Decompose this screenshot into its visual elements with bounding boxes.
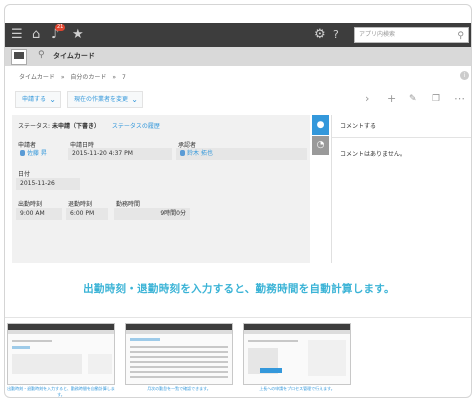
- work-time-field: 9時間0分: [114, 208, 190, 220]
- breadcrumb-record: 7: [121, 74, 126, 81]
- thumbnail-2[interactable]: [125, 323, 233, 385]
- copy-icon[interactable]: ❐: [432, 92, 440, 106]
- approver-value[interactable]: 鈴木 拓也: [187, 150, 213, 157]
- divider: [5, 317, 471, 318]
- status-value: 未申請（下書き）: [51, 123, 100, 130]
- chevron-down-icon: ⌄: [49, 95, 56, 104]
- history-clock-icon[interactable]: ◔: [312, 136, 329, 155]
- global-header: ☰ ⌂ ♪ 21 ★ ⚙ ? アプリ内検索 ⚲: [5, 23, 471, 47]
- home-icon[interactable]: ⌂: [32, 27, 40, 43]
- divider: [332, 137, 471, 138]
- breadcrumb: タイムカード » 自分のカード » 7: [19, 72, 130, 81]
- clock-out-label: 退勤時刻: [68, 201, 93, 208]
- status-label: ステータス:: [18, 123, 51, 130]
- comment-input[interactable]: コメントする: [340, 121, 376, 130]
- breadcrumb-sep: »: [60, 74, 65, 81]
- applicant-field: 佐藤 昇: [16, 148, 66, 160]
- clock-out-value: 6:00 PM: [70, 210, 95, 217]
- next-record-icon[interactable]: ›: [365, 92, 369, 106]
- side-panel-tabs: ● ◔: [312, 115, 329, 155]
- breadcrumb-app[interactable]: タイムカード: [19, 74, 55, 81]
- applicant-value[interactable]: 佐藤 昇: [27, 150, 47, 157]
- star-icon[interactable]: ★: [72, 27, 84, 43]
- notification-badge: 21: [55, 24, 66, 31]
- comment-panel: コメントする コメントはありません。: [331, 115, 471, 263]
- user-icon: [180, 150, 185, 156]
- status-history-link[interactable]: ステータスの履歴: [112, 123, 160, 130]
- approver-field: 鈴木 拓也: [176, 148, 307, 160]
- action-bar: 申請する ⌄ 現在の作業者を変更 ⌄ › + ✎ ❐ ⋯: [15, 91, 470, 111]
- help-circle-icon[interactable]: i: [460, 71, 469, 80]
- search-input[interactable]: アプリ内検索 ⚲: [354, 27, 469, 43]
- breadcrumb-view[interactable]: 自分のカード: [70, 74, 106, 81]
- date-label: 日付: [18, 171, 31, 178]
- comment-empty-text: コメントはありません。: [340, 151, 406, 158]
- user-icon: [20, 150, 25, 156]
- clock-out-field: 6:00 PM: [66, 208, 108, 220]
- apply-button[interactable]: 申請する ⌄: [15, 91, 61, 108]
- date-field: 2015-11-26: [16, 178, 80, 190]
- thumbnail-3[interactable]: [243, 323, 351, 385]
- menu-icon[interactable]: ☰: [11, 27, 23, 43]
- work-time-value: 9時間0分: [160, 210, 186, 217]
- gear-icon[interactable]: ⚙: [314, 27, 326, 43]
- apply-button-label: 申請する: [22, 96, 47, 103]
- applied-at-field: 2015-11-20 4:37 PM: [68, 148, 172, 160]
- clock-in-field: 9:00 AM: [16, 208, 62, 220]
- thumbnail-2-caption: 月次の勤怠を一覧で確認できます。: [147, 386, 211, 391]
- record-detail: ステータス: 未申請（下書き） ステータスの履歴 申請者 佐藤 昇 申請日時 2…: [12, 115, 310, 263]
- pin-icon[interactable]: ⚲: [38, 50, 45, 60]
- clock-in-label: 出勤時刻: [18, 201, 43, 208]
- app-header: ⚲ タイムカード: [5, 47, 471, 66]
- add-icon[interactable]: +: [387, 92, 396, 106]
- date-value: 2015-11-26: [20, 180, 55, 187]
- thumbnail-1-caption: 出勤時刻・退勤時刻を入力すると、勤務時間を自動計算します。: [7, 386, 115, 397]
- change-assignee-label: 現在の作業者を変更: [74, 96, 129, 103]
- search-icon[interactable]: ⚲: [457, 29, 464, 43]
- change-assignee-button[interactable]: 現在の作業者を変更 ⌄: [67, 91, 143, 108]
- search-placeholder: アプリ内検索: [359, 31, 396, 38]
- thumbnail-1[interactable]: [7, 323, 115, 385]
- chevron-down-icon: ⌄: [131, 95, 138, 104]
- app-icon: [11, 49, 27, 65]
- status-bar: ステータス: 未申請（下書き） ステータスの履歴: [18, 121, 160, 130]
- app-title: タイムカード: [53, 52, 95, 60]
- thumbnail-3-caption: 上長への申請をプロセス管理で行えます。: [259, 386, 335, 391]
- clock-in-value: 9:00 AM: [20, 210, 45, 217]
- work-time-label: 勤務時間: [116, 201, 141, 208]
- breadcrumb-sep: »: [112, 74, 117, 81]
- applied-at-value: 2015-11-20 4:37 PM: [72, 150, 133, 157]
- comment-bubble-icon[interactable]: ●: [312, 115, 329, 135]
- edit-icon[interactable]: ✎: [409, 92, 417, 106]
- feature-caption: 出勤時刻・退勤時刻を入力すると、勤務時間を自動計算します。: [83, 283, 395, 295]
- screenshot-frame: ☰ ⌂ ♪ 21 ★ ⚙ ? アプリ内検索 ⚲ ⚲ タイムカード タイムカード …: [4, 4, 472, 398]
- more-options-icon[interactable]: ⋯: [454, 92, 465, 106]
- help-icon[interactable]: ?: [333, 27, 339, 43]
